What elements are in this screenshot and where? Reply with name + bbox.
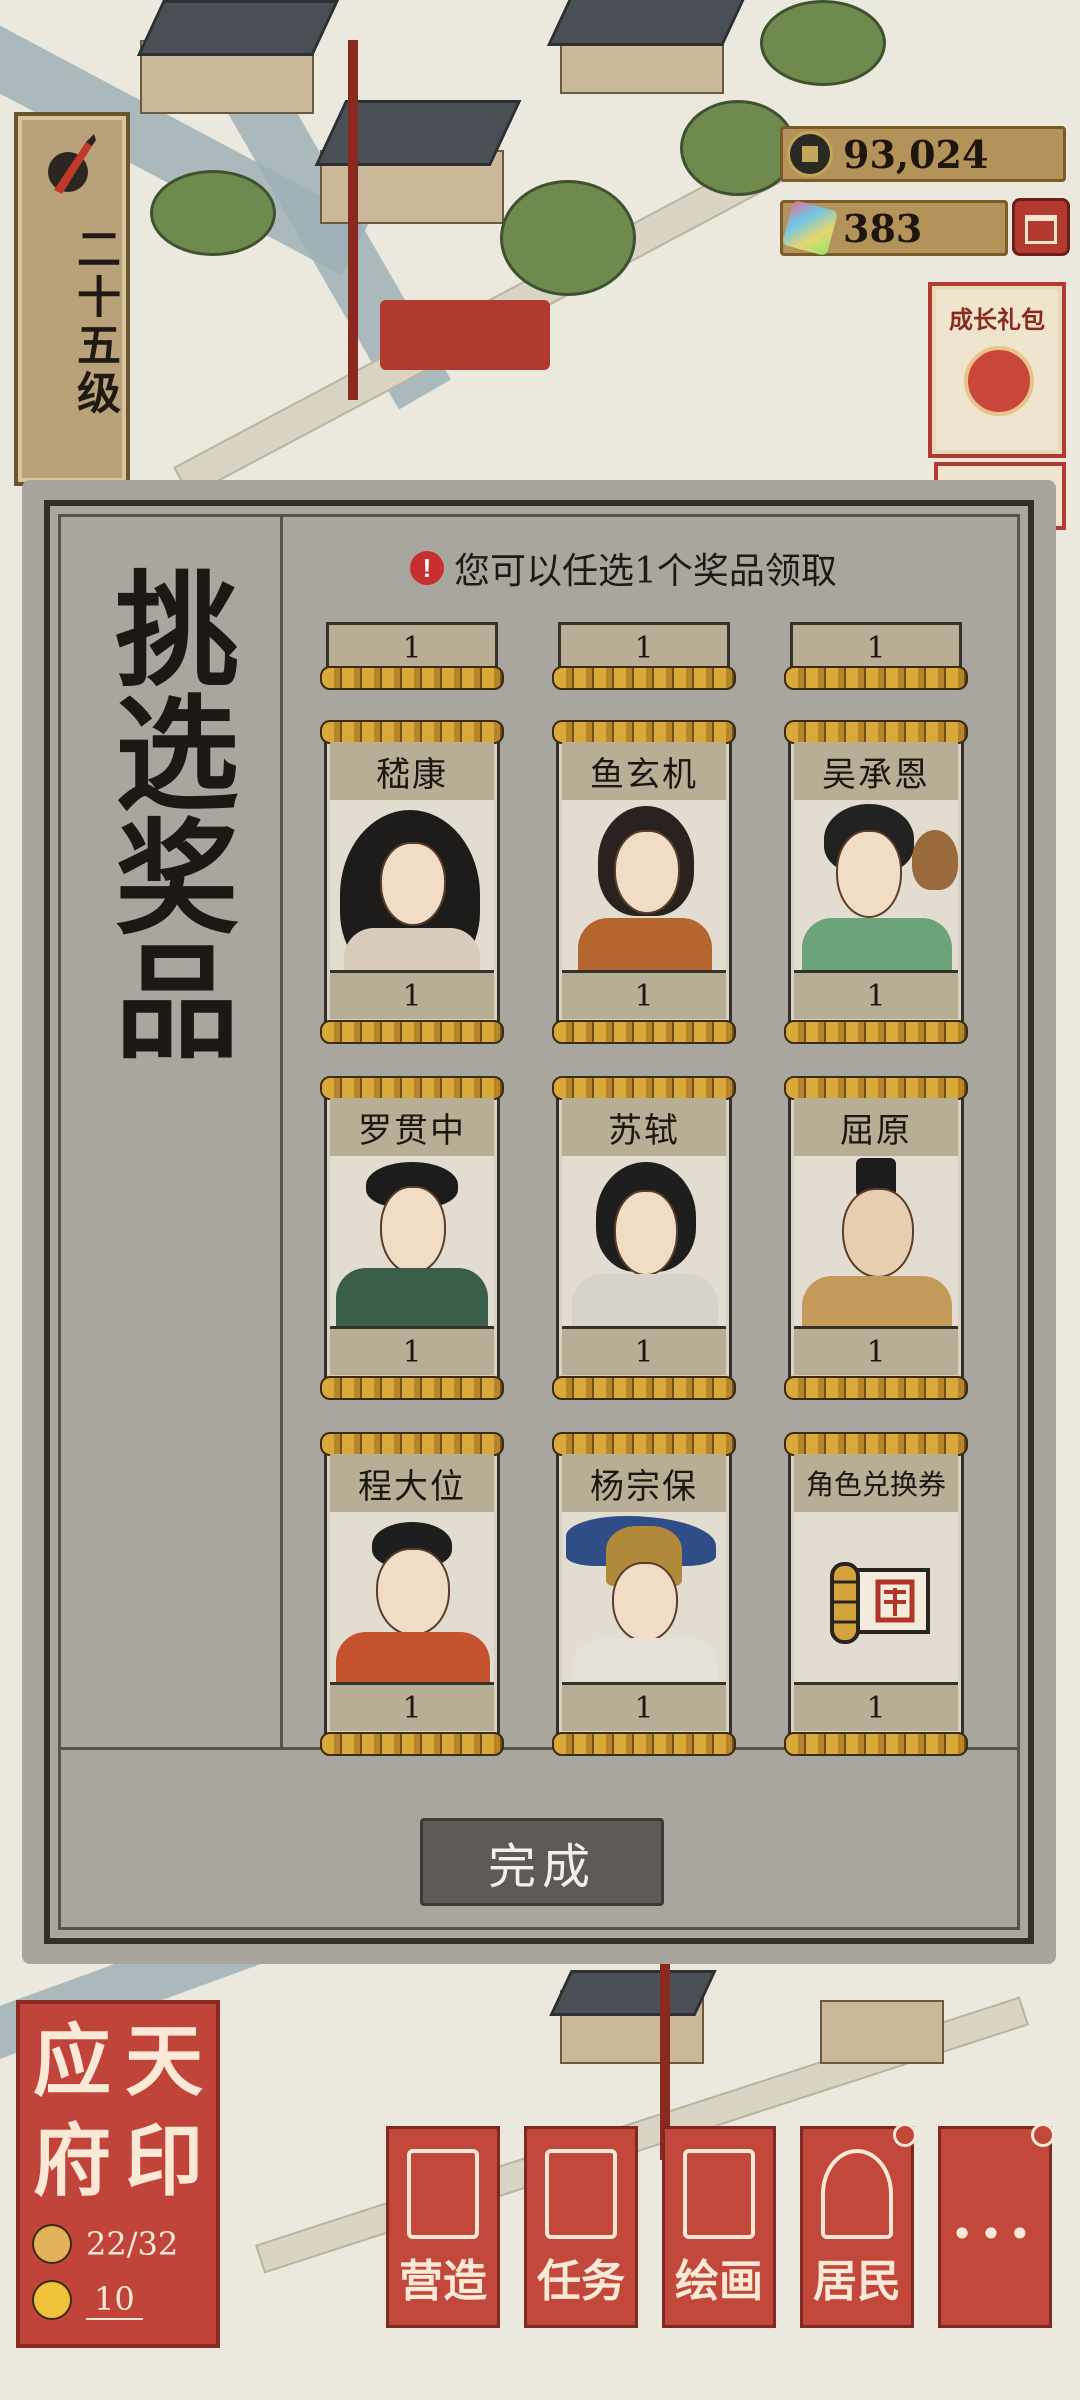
- reward-name: 吴承恩: [794, 742, 958, 803]
- reward-card[interactable]: 吴承恩 1: [784, 720, 968, 1050]
- menu-label: 营造: [399, 2256, 487, 2307]
- building-icon: [407, 2149, 479, 2239]
- seal-char: 应: [32, 2016, 111, 2107]
- character-portrait: [794, 800, 958, 970]
- task-icon: [545, 2149, 617, 2239]
- growth-pack-label: 成长礼包: [949, 305, 1045, 334]
- player-level-text: 二十五级: [69, 226, 120, 418]
- brush-icon: [48, 134, 96, 194]
- reward-card-partial[interactable]: 1: [552, 618, 736, 690]
- coin-amount: 93,024: [843, 131, 989, 177]
- menu-label: 绘画: [675, 2256, 763, 2307]
- reward-quantity: 1: [794, 970, 958, 1019]
- reward-quantity: 1: [794, 1682, 958, 1731]
- reward-name: 嵇康: [330, 742, 494, 803]
- menu-painting-button[interactable]: 绘画: [662, 2126, 776, 2328]
- seal-char: 府: [32, 2116, 111, 2207]
- gift-seal-icon: [964, 346, 1034, 416]
- reward-quantity: 1: [330, 1682, 494, 1731]
- selection-hint: ! 您可以任选1个奖品领取: [410, 546, 837, 592]
- reward-name: 角色兑换券: [794, 1454, 958, 1515]
- reward-card-partial[interactable]: 1: [784, 618, 968, 690]
- dialog-divider-vertical: [280, 516, 283, 1750]
- title-char: 挑: [114, 559, 239, 704]
- notification-dot: [893, 2123, 917, 2147]
- menu-more-button[interactable]: ···: [938, 2123, 1055, 2328]
- city-seal-title: 应 天 府 印: [26, 2012, 210, 2212]
- reward-card[interactable]: 屈原 1: [784, 1076, 968, 1406]
- gem-amount: 383: [843, 205, 923, 251]
- gem-icon: [781, 199, 839, 257]
- title-char: 选: [114, 683, 239, 828]
- character-portrait: [330, 1156, 494, 1326]
- reward-name: 鱼玄机: [562, 742, 726, 803]
- painting-scroll-icon: [683, 2149, 755, 2239]
- seal-char: 天: [124, 2016, 203, 2107]
- reward-card[interactable]: 苏轼 1: [552, 1076, 736, 1406]
- reward-card[interactable]: 罗贯中 1: [320, 1076, 504, 1406]
- reward-name: 苏轼: [562, 1098, 726, 1159]
- character-portrait: [794, 1512, 958, 1682]
- happiness-stat: 10: [32, 2280, 143, 2320]
- title-char: 奖: [114, 807, 239, 952]
- character-portrait: [562, 800, 726, 970]
- menu-label: 居民: [813, 2256, 901, 2307]
- title-char: 品: [114, 931, 239, 1076]
- reward-name: 程大位: [330, 1454, 494, 1515]
- coin-counter[interactable]: 93,024: [780, 126, 1066, 182]
- population-stat: 22/32: [32, 2224, 178, 2264]
- menu-tasks-button[interactable]: 任务: [524, 2126, 638, 2328]
- shop-button[interactable]: [1012, 198, 1070, 256]
- menu-label: 任务: [537, 2256, 625, 2307]
- reward-quantity: 1: [562, 970, 726, 1019]
- reward-card[interactable]: 嵇康 1: [320, 720, 504, 1050]
- growth-pack-button[interactable]: 成长礼包: [928, 282, 1066, 458]
- done-button[interactable]: 完成: [420, 1818, 664, 1906]
- character-portrait: [330, 800, 494, 970]
- reward-card-partial[interactable]: 1: [320, 618, 504, 690]
- city-seal-panel[interactable]: 应 天 府 印 22/32 10: [16, 2000, 220, 2348]
- notification-dot: [1031, 2123, 1055, 2147]
- more-icon: ···: [951, 2199, 1039, 2269]
- player-level-banner[interactable]: 二十五级: [14, 112, 130, 486]
- reward-quantity: 1: [794, 1326, 958, 1375]
- gem-counter[interactable]: 383: [780, 199, 1008, 257]
- population-value: 22/32: [86, 2225, 179, 2263]
- reward-name: 屈原: [794, 1098, 958, 1159]
- character-portrait: [330, 1512, 494, 1682]
- copper-coin-icon: [787, 131, 833, 177]
- alert-icon: !: [410, 551, 444, 585]
- population-icon: [32, 2224, 72, 2264]
- resident-icon: [821, 2149, 893, 2239]
- reward-card[interactable]: 杨宗保 1: [552, 1432, 736, 1762]
- happiness-icon: [32, 2280, 72, 2320]
- scroll-voucher-icon: [830, 1562, 930, 1644]
- reward-quantity: 1: [330, 1326, 494, 1375]
- reward-card[interactable]: 角色兑换券 1: [784, 1432, 968, 1762]
- hint-text: 您可以任选1个奖品领取: [454, 551, 837, 592]
- character-portrait: [562, 1512, 726, 1682]
- reward-quantity: 1: [562, 1326, 726, 1375]
- dialog-title: 挑 选 奖 品: [112, 570, 242, 1066]
- menu-build-button[interactable]: 营造: [386, 2126, 500, 2328]
- reward-card[interactable]: 鱼玄机 1: [552, 720, 736, 1050]
- seal-char: 印: [124, 2116, 203, 2207]
- character-portrait: [794, 1156, 958, 1326]
- happiness-value: 10: [86, 2280, 143, 2320]
- reward-name: 杨宗保: [562, 1454, 726, 1515]
- reward-quantity: 1: [562, 1682, 726, 1731]
- menu-residents-button[interactable]: 居民: [800, 2123, 917, 2328]
- character-portrait: [562, 1156, 726, 1326]
- reward-card[interactable]: 程大位 1: [320, 1432, 504, 1762]
- reward-quantity: 1: [330, 970, 494, 1019]
- reward-name: 罗贯中: [330, 1098, 494, 1159]
